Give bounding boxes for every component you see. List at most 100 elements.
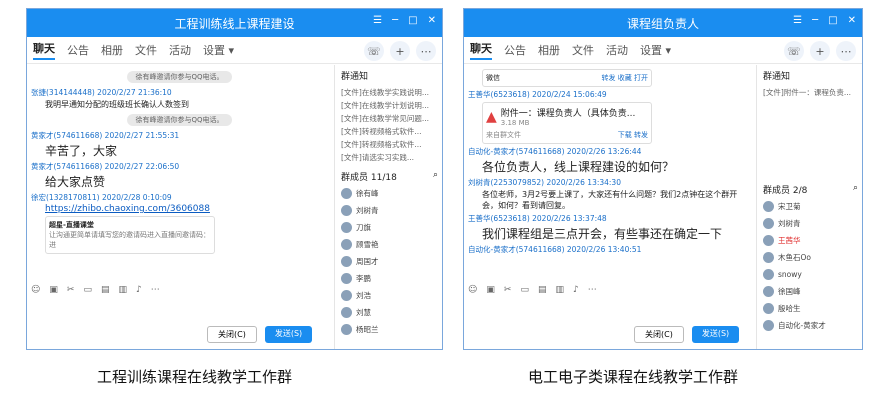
share-icon[interactable]: + — [390, 41, 410, 61]
message-text: 我们课程组是三点开会，有些事还在确定一下 — [482, 227, 723, 241]
member-item[interactable]: 刘树青 — [335, 202, 442, 219]
message-meta[interactable]: 自动化-黄家才(574611668) 2020/2/26 13:26:44 — [468, 146, 750, 157]
notice-item[interactable]: [文件]在线教学计划说明... — [335, 99, 442, 112]
sidebar: 群通知 [文件]在线教学实践说明... [文件]在线教学计划说明... [文件]… — [334, 65, 442, 349]
member-item[interactable]: 木鱼石Oo — [757, 249, 862, 266]
gift-icon[interactable]: ▥ — [555, 285, 564, 295]
file-card[interactable]: 微信 转发 收藏 打开 — [482, 69, 652, 87]
message-meta[interactable]: 王善华(6523618) 2020/2/26 13:37:48 — [468, 213, 750, 224]
member-item[interactable]: 李鹏 — [335, 270, 442, 287]
tab-settings[interactable]: 设置 ▾ — [640, 42, 671, 58]
close-icon[interactable]: ✕ — [428, 15, 436, 26]
minimize-icon[interactable]: ─ — [392, 15, 398, 26]
bell-icon[interactable]: ♪ — [136, 285, 142, 295]
tab-album[interactable]: 相册 — [538, 42, 560, 58]
notice-item[interactable]: [文件]附件一：课程负责... — [757, 86, 862, 99]
message-meta[interactable]: 刘树青(2253079852) 2020/2/26 13:34:30 — [468, 177, 750, 188]
minimize-icon[interactable]: ─ — [812, 15, 818, 26]
chat-area: 微信 转发 收藏 打开 王善华(6523618) 2020/2/24 15:06:… — [464, 65, 754, 283]
file-actions[interactable]: 下载 转发 — [618, 130, 648, 140]
notice-item[interactable]: [文件]转视频格式软件... — [335, 125, 442, 138]
avatar — [763, 303, 774, 314]
close-icon[interactable]: ✕ — [848, 15, 856, 26]
tab-files[interactable]: 文件 — [135, 42, 157, 58]
member-item[interactable]: 殷哈生 — [757, 300, 862, 317]
member-item[interactable]: 周国才 — [335, 253, 442, 270]
message-meta[interactable]: 徐宏(1328170811) 2020/2/28 0:10:09 — [31, 192, 328, 203]
system-notice: 徐有峰邀请你参与QQ电话。 — [127, 71, 232, 83]
link-card[interactable]: 超星-直播课堂 让沟通更简单请填写您的邀请码进入直播间邀请码：进 — [45, 216, 215, 254]
send-button[interactable]: 发送(S) — [264, 326, 313, 343]
more-icon[interactable]: ⋯ — [836, 41, 856, 61]
notice-item[interactable]: [文件]请选实习实践... — [335, 151, 442, 164]
member-item[interactable]: 顾雪艳 — [335, 236, 442, 253]
gift-icon[interactable]: ▥ — [118, 285, 127, 295]
member-item[interactable]: snowy — [757, 266, 862, 283]
image-icon[interactable]: ▤ — [538, 285, 547, 295]
tab-chat[interactable]: 聊天 — [33, 40, 55, 60]
emoji-icon[interactable]: ☺ — [468, 285, 477, 295]
file-card[interactable]: ▲ 附件一：课程负责人（具体负责... 3.18 MB 来自群文件 下载 转发 — [482, 102, 652, 144]
tab-files[interactable]: 文件 — [572, 42, 594, 58]
emoji-icon[interactable]: ☺ — [31, 285, 40, 295]
member-item[interactable]: 自动化-黄家才 — [757, 317, 862, 334]
member-item[interactable]: 刀旗 — [335, 219, 442, 236]
search-icon[interactable]: ⌕ — [433, 170, 438, 183]
menu-icon[interactable]: ☰ — [793, 15, 802, 26]
scissors-icon[interactable]: ✂ — [67, 285, 75, 295]
message-meta[interactable]: 自动化-黄家才(574611668) 2020/2/26 13:40:51 — [468, 244, 750, 255]
folder-icon[interactable]: ▭ — [83, 285, 92, 295]
bell-icon[interactable]: ♪ — [573, 285, 579, 295]
close-button[interactable]: 关闭(C) — [207, 326, 257, 343]
more-icon[interactable]: ⋯ — [151, 285, 160, 295]
maximize-icon[interactable]: □ — [408, 15, 417, 26]
member-item[interactable]: 徐国峰 — [757, 283, 862, 300]
member-item[interactable]: 宋卫菊 — [757, 198, 862, 215]
members-heading: 群成员 11/18 — [341, 173, 397, 183]
message-meta[interactable]: 黄家才(574611668) 2020/2/27 22:06:50 — [31, 161, 328, 172]
notice-item[interactable]: [文件]转视频格式软件... — [335, 138, 442, 151]
avatar — [763, 252, 774, 263]
gif-icon[interactable]: ▣ — [49, 285, 58, 295]
file-source: 来自群文件 — [486, 131, 521, 139]
notice-item[interactable]: [文件]在线教学实践说明... — [335, 86, 442, 99]
notice-item[interactable]: [文件]在线教学常见问题... — [335, 112, 442, 125]
message-meta[interactable]: 黄家才(574611668) 2020/2/27 21:55:31 — [31, 130, 328, 141]
scissors-icon[interactable]: ✂ — [504, 285, 512, 295]
send-button[interactable]: 发送(S) — [691, 326, 740, 343]
tab-activity[interactable]: 活动 — [169, 42, 191, 58]
tab-chat[interactable]: 聊天 — [470, 40, 492, 60]
tab-notice[interactable]: 公告 — [504, 42, 526, 58]
gif-icon[interactable]: ▣ — [486, 285, 495, 295]
share-icon[interactable]: + — [810, 41, 830, 61]
tab-settings[interactable]: 设置 ▾ — [203, 42, 234, 58]
phone-icon[interactable]: ☏ — [364, 41, 384, 61]
member-item[interactable]: 杨昭兰 — [335, 321, 442, 338]
menu-icon[interactable]: ☰ — [373, 15, 382, 26]
more-icon[interactable]: ⋯ — [588, 285, 597, 295]
member-item[interactable]: 刘慧 — [335, 304, 442, 321]
avatar — [341, 205, 352, 216]
image-icon[interactable]: ▤ — [101, 285, 110, 295]
member-item[interactable]: 刘树青 — [757, 215, 862, 232]
avatar — [341, 256, 352, 267]
chat-area: 徐有峰邀请你参与QQ电话。 张捷(314144448) 2020/2/27 21… — [27, 65, 332, 283]
tab-bar: 聊天 公告 相册 文件 活动 设置 ▾ ☏ + ⋯ — [464, 37, 862, 64]
tab-notice[interactable]: 公告 — [67, 42, 89, 58]
tab-activity[interactable]: 活动 — [606, 42, 628, 58]
search-icon[interactable]: ⌕ — [853, 183, 858, 196]
message-meta[interactable]: 王善华(6523618) 2020/2/24 15:06:49 — [468, 89, 750, 100]
caption-right: 电工电子类课程在线教学工作群 — [528, 368, 739, 386]
member-item[interactable]: 王茜华 — [757, 232, 862, 249]
close-button[interactable]: 关闭(C) — [634, 326, 684, 343]
member-item[interactable]: 徐有峰 — [335, 185, 442, 202]
more-icon[interactable]: ⋯ — [416, 41, 436, 61]
tab-album[interactable]: 相册 — [101, 42, 123, 58]
message-link[interactable]: https://zhibo.chaoxing.com/3606088 — [45, 204, 210, 214]
member-item[interactable]: 刘浩 — [335, 287, 442, 304]
folder-icon[interactable]: ▭ — [520, 285, 529, 295]
phone-icon[interactable]: ☏ — [784, 41, 804, 61]
pdf-icon: ▲ — [486, 108, 497, 125]
maximize-icon[interactable]: □ — [828, 15, 837, 26]
message-meta[interactable]: 张捷(314144448) 2020/2/27 21:36:10 — [31, 87, 328, 98]
